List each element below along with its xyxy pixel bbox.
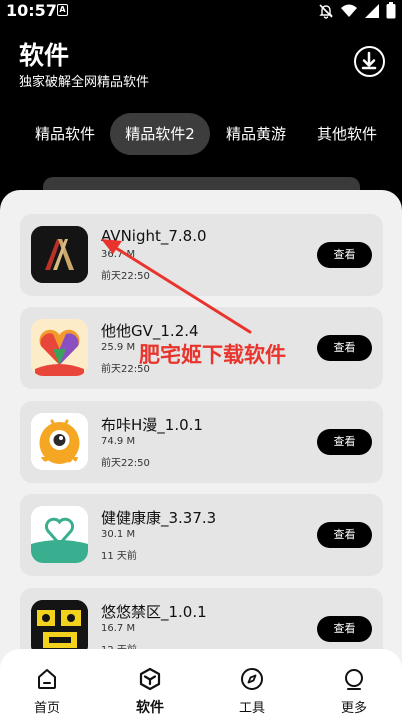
nav-home-label: 首页 <box>33 701 60 716</box>
nav-more-label: 更多 <box>340 701 367 716</box>
wifi-icon <box>341 4 357 17</box>
category-tabs: 精品软件 精品软件2 精品黄游 其他软件 <box>0 113 402 155</box>
avnight-icon <box>31 226 88 283</box>
app-name: 布咔H漫_1.0.1 <box>101 416 203 434</box>
annotation-label: 肥宅姬下载软件 <box>139 343 286 367</box>
list-item[interactable]: 布咔H漫_1.0.1 74.9 M 前天22:50 查看 <box>20 401 383 483</box>
tab-premium-games[interactable]: 精品黄游 <box>215 113 297 155</box>
heart-icon <box>31 319 88 376</box>
page-title: 软件 <box>19 41 70 70</box>
more-icon <box>345 669 363 690</box>
app-name: 悠悠禁区_1.0.1 <box>101 603 207 621</box>
tab-premium-software[interactable]: 精品软件 <box>24 113 106 155</box>
app-size: 36.7 M <box>101 249 136 260</box>
view-button[interactable]: 查看 <box>317 429 372 455</box>
app-name: 他他GV_1.2.4 <box>101 322 199 340</box>
view-button[interactable]: 查看 <box>317 616 372 642</box>
status-bar: 10:57 A <box>0 0 402 24</box>
compass-icon <box>241 668 263 690</box>
app-name: 健健康康_3.37.3 <box>101 509 217 527</box>
status-time: 10:57 <box>6 1 57 20</box>
battery-icon <box>386 2 396 19</box>
app-name: AVNight_7.8.0 <box>101 227 207 245</box>
app-size: 16.7 M <box>101 623 136 634</box>
software-cube-icon <box>139 667 161 691</box>
nav-software[interactable]: 软件 <box>110 649 190 721</box>
cartoon-icon <box>31 413 88 470</box>
nav-software-label: 软件 <box>136 700 164 716</box>
app-size: 74.9 M <box>101 436 136 447</box>
notification-app-icon: A <box>57 4 68 16</box>
view-button[interactable]: 查看 <box>317 335 372 361</box>
signal-icon <box>365 3 379 18</box>
home-icon <box>38 669 56 689</box>
app-time: 前天22:50 <box>101 271 150 282</box>
app-list-sheet: AVNight_7.8.0 36.7 M 前天22:50 查看 他他GV_1.2… <box>0 190 402 721</box>
nav-home[interactable]: 首页 <box>7 649 87 721</box>
nav-tools-label: 工具 <box>238 701 265 716</box>
page-subtitle: 独家破解全网精品软件 <box>19 75 150 90</box>
status-icons <box>318 2 396 19</box>
list-item[interactable]: AVNight_7.8.0 36.7 M 前天22:50 查看 <box>20 214 383 296</box>
view-button[interactable]: 查看 <box>317 522 372 548</box>
list-item[interactable]: 健健康康_3.37.3 30.1 M 11 天前 查看 <box>20 494 383 576</box>
nav-tools[interactable]: 工具 <box>212 649 292 721</box>
app-size: 25.9 M <box>101 342 136 353</box>
app-time: 11 天前 <box>101 551 137 562</box>
bottom-nav: 首页 软件 工具 更多 <box>0 649 402 721</box>
nav-more[interactable]: 更多 <box>314 649 394 721</box>
app-size: 30.1 M <box>101 529 136 540</box>
tab-other-software[interactable]: 其他软件 <box>306 113 388 155</box>
heart-outline-icon <box>31 506 88 563</box>
app-time: 前天22:50 <box>101 458 150 469</box>
tab-premium-software-2[interactable]: 精品软件2 <box>110 113 210 155</box>
view-button[interactable]: 查看 <box>317 242 372 268</box>
download-icon <box>361 51 377 70</box>
mute-bell-icon <box>319 3 333 19</box>
download-button[interactable] <box>354 46 385 77</box>
